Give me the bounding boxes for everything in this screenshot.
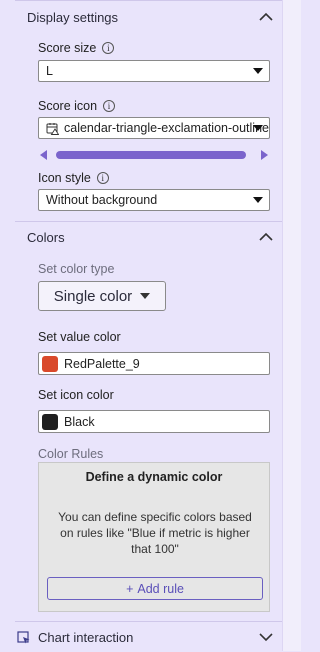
set-icon-color-label: Set icon color — [38, 388, 114, 402]
colors-header[interactable]: Colors — [0, 222, 283, 252]
score-size-value: L — [46, 64, 53, 78]
chevron-up-icon[interactable] — [257, 228, 275, 246]
score-size-select[interactable]: L — [38, 60, 270, 82]
rules-title: Define a dynamic color — [85, 470, 223, 484]
add-rule-label: Add rule — [137, 581, 184, 596]
chevron-down-icon[interactable] — [257, 628, 275, 646]
score-icon-label: Score icon i — [38, 99, 116, 113]
scrollbar-thumb[interactable] — [56, 151, 246, 159]
plus-icon: + — [126, 581, 134, 596]
scroll-right-arrow-icon[interactable] — [261, 150, 268, 160]
add-rule-button[interactable]: + Add rule — [47, 577, 263, 600]
value-color-picker[interactable]: RedPalette_9 — [38, 352, 270, 375]
score-size-label: Score size i — [38, 41, 115, 55]
display-settings-title: Display settings — [27, 10, 119, 25]
set-value-color-label: Set value color — [38, 330, 121, 344]
color-type-value: Single color — [53, 287, 133, 305]
chart-interaction-title: Chart interaction — [38, 630, 134, 645]
score-icon-select[interactable]: calendar-triangle-exclamation-outline — [38, 117, 270, 139]
caret-down-icon — [253, 197, 263, 203]
scroll-left-arrow-icon[interactable] — [40, 150, 47, 160]
caret-down-icon — [140, 293, 151, 299]
color-rules-label: Color Rules — [38, 447, 104, 461]
chevron-up-icon[interactable] — [257, 8, 275, 26]
caret-down-icon — [253, 68, 263, 74]
chart-interaction-header[interactable]: Chart interaction — [0, 622, 283, 652]
divider — [15, 0, 283, 1]
horizontal-scrollbar[interactable] — [38, 148, 270, 162]
info-icon[interactable]: i — [102, 42, 115, 54]
color-swatch[interactable] — [42, 413, 58, 430]
info-icon[interactable]: i — [96, 172, 109, 184]
info-icon[interactable]: i — [103, 100, 116, 112]
icon-style-select[interactable]: Without background — [38, 189, 270, 211]
icon-color-picker[interactable]: Black — [38, 410, 270, 433]
score-icon-value: calendar-triangle-exclamation-outline — [64, 121, 269, 135]
color-rules-box: Define a dynamic color You can define sp… — [38, 462, 270, 612]
score-size-label-text: Score size — [38, 41, 97, 55]
settings-panel: Display settings Score size i L Score ic… — [0, 0, 283, 651]
color-swatch[interactable] — [42, 355, 58, 372]
score-icon-label-text: Score icon — [38, 99, 98, 113]
display-settings-header[interactable]: Display settings — [0, 2, 283, 32]
set-color-type-label: Set color type — [38, 262, 115, 276]
rules-description: You can define specific colors based on … — [58, 510, 252, 556]
caret-down-icon — [253, 125, 263, 131]
chart-interaction-icon — [17, 631, 30, 644]
color-type-dropdown[interactable]: Single color — [38, 281, 166, 311]
icon-style-label-text: Icon style — [38, 171, 91, 185]
value-color-name: RedPalette_9 — [64, 356, 140, 371]
colors-title: Colors — [27, 230, 65, 245]
icon-style-label: Icon style i — [38, 171, 109, 185]
vertical-scrollbar[interactable] — [282, 0, 301, 651]
icon-style-value: Without background — [46, 193, 158, 207]
calendar-triangle-exclamation-icon — [46, 122, 59, 135]
icon-color-name: Black — [64, 414, 95, 429]
